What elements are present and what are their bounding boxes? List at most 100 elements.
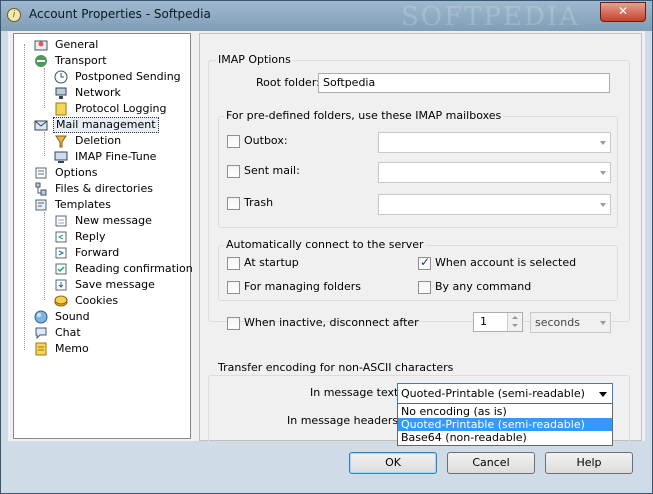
tree-label: Reply xyxy=(75,230,106,243)
tree-line xyxy=(44,212,45,300)
encoding-option[interactable]: Base64 (non-readable) xyxy=(398,431,612,444)
by-command-checkbox[interactable] xyxy=(418,281,431,294)
templates-icon xyxy=(34,198,48,212)
tree-label: Network xyxy=(75,86,121,99)
save-icon xyxy=(54,278,68,292)
encoding-option-selected[interactable]: Quoted-Printable (semi-readable) xyxy=(398,418,612,431)
tree-label: Postponed Sending xyxy=(75,70,181,83)
reply-icon xyxy=(54,230,68,244)
tree-label: General xyxy=(55,38,99,51)
reading-confirmation-icon xyxy=(54,262,68,276)
auto-connect-label: Automatically connect to the server xyxy=(224,238,426,251)
sound-icon xyxy=(34,310,48,324)
settings-panel: IMAP Options Root folder: Softpedia For … xyxy=(199,33,642,446)
tree-label: Save message xyxy=(75,278,155,291)
at-startup-checkbox[interactable] xyxy=(227,257,240,270)
deletion-icon xyxy=(54,134,68,148)
ok-button[interactable]: OK xyxy=(349,452,437,474)
tree-line xyxy=(24,44,25,350)
encoding-option[interactable]: No encoding (as is) xyxy=(398,405,612,418)
inactive-unit-combo[interactable]: seconds xyxy=(530,312,611,333)
sent-mail-label: Sent mail: xyxy=(244,164,300,177)
mail-management-icon xyxy=(34,118,48,132)
tree-label: New message xyxy=(75,214,152,227)
tree-label: Sound xyxy=(55,310,90,323)
chevron-down-icon xyxy=(600,141,606,145)
outbox-label: Outbox: xyxy=(244,134,288,147)
chevron-down-icon xyxy=(512,324,518,327)
tree-label: Reading confirmation xyxy=(75,262,193,275)
app-icon: i xyxy=(7,8,21,22)
account-properties-window: i Account Properties - Softpedia SOFTPED… xyxy=(0,0,653,494)
when-selected-checkbox[interactable] xyxy=(418,255,431,270)
watermark: SOFTPEDIA xyxy=(401,2,580,32)
transport-icon xyxy=(34,54,48,68)
imap-icon xyxy=(54,150,68,164)
new-message-icon xyxy=(54,214,68,228)
settings-tree[interactable]: General Transport Postponed Sending Netw… xyxy=(13,33,193,439)
inactive-value: 1 xyxy=(480,315,487,328)
tree-label: Transport xyxy=(55,54,107,67)
close-button[interactable]: ✕ xyxy=(600,2,646,22)
chevron-down-icon xyxy=(599,392,607,397)
trash-label: Trash xyxy=(244,196,274,209)
tree-label: Protocol Logging xyxy=(75,102,167,115)
spinner-arrows[interactable] xyxy=(507,313,522,331)
managing-folders-label: For managing folders xyxy=(244,280,362,293)
root-folder-input[interactable]: Softpedia xyxy=(318,73,610,93)
memo-icon xyxy=(34,342,48,356)
forward-icon xyxy=(54,246,68,260)
title-bar[interactable]: i Account Properties - Softpedia SOFTPED… xyxy=(1,1,652,32)
when-inactive-checkbox[interactable] xyxy=(227,317,240,330)
tree-label: Files & directories xyxy=(55,182,153,195)
message-text-label: In message text: xyxy=(310,386,403,399)
managing-folders-checkbox[interactable] xyxy=(227,281,240,294)
predefined-folders-label: For pre-defined folders, use these IMAP … xyxy=(224,109,504,122)
message-text-combo[interactable]: Quoted-Printable (semi-readable) xyxy=(397,383,613,404)
network-icon xyxy=(54,86,68,100)
tree-label: Forward xyxy=(75,246,120,259)
clock-icon xyxy=(54,70,68,84)
help-button[interactable]: Help xyxy=(545,452,633,474)
imap-options-label: IMAP Options xyxy=(216,53,293,66)
chat-icon xyxy=(34,326,48,340)
folders-icon xyxy=(34,182,48,196)
sent-mail-combo[interactable] xyxy=(378,162,611,183)
chevron-down-icon xyxy=(600,321,606,325)
chevron-down-icon xyxy=(600,171,606,175)
tree-label: Deletion xyxy=(75,134,122,147)
tree-label: Memo xyxy=(55,342,89,355)
log-icon xyxy=(54,102,68,116)
inactive-spinner[interactable]: 1 xyxy=(473,312,523,332)
encoding-dropdown-list[interactable]: No encoding (as is) Quoted-Printable (se… xyxy=(397,403,613,446)
message-text-value: Quoted-Printable (semi-readable) xyxy=(401,387,585,400)
chevron-up-icon xyxy=(512,316,518,319)
general-icon xyxy=(34,38,48,52)
tree-line xyxy=(44,132,45,156)
at-startup-label: At startup xyxy=(244,256,299,269)
outbox-checkbox[interactable] xyxy=(227,135,240,148)
tree-label: Mail management xyxy=(53,117,159,133)
tree-line xyxy=(44,68,45,108)
chevron-down-icon xyxy=(600,203,606,207)
tree-label: IMAP Fine-Tune xyxy=(75,150,157,163)
tree-label: Cookies xyxy=(75,294,119,307)
when-selected-label: When account is selected xyxy=(435,256,577,269)
cancel-button[interactable]: Cancel xyxy=(447,452,535,474)
encoding-label: Transfer encoding for non-ASCII characte… xyxy=(216,361,456,374)
tree-label: Options xyxy=(55,166,98,179)
outbox-combo[interactable] xyxy=(378,132,611,153)
tree-label: Templates xyxy=(55,198,111,211)
trash-combo[interactable] xyxy=(378,194,611,215)
options-icon xyxy=(34,166,48,180)
sent-mail-checkbox[interactable] xyxy=(227,165,240,178)
trash-checkbox[interactable] xyxy=(227,197,240,210)
window-title: Account Properties - Softpedia xyxy=(29,7,211,21)
inactive-unit-value: seconds xyxy=(535,316,580,329)
tree-label: Chat xyxy=(55,326,81,339)
message-headers-label: In message headers: xyxy=(287,414,402,427)
when-inactive-label: When inactive, disconnect after xyxy=(244,316,419,329)
root-folder-label: Root folder: xyxy=(256,76,320,89)
cookies-icon xyxy=(54,294,68,308)
by-command-label: By any command xyxy=(435,280,532,293)
